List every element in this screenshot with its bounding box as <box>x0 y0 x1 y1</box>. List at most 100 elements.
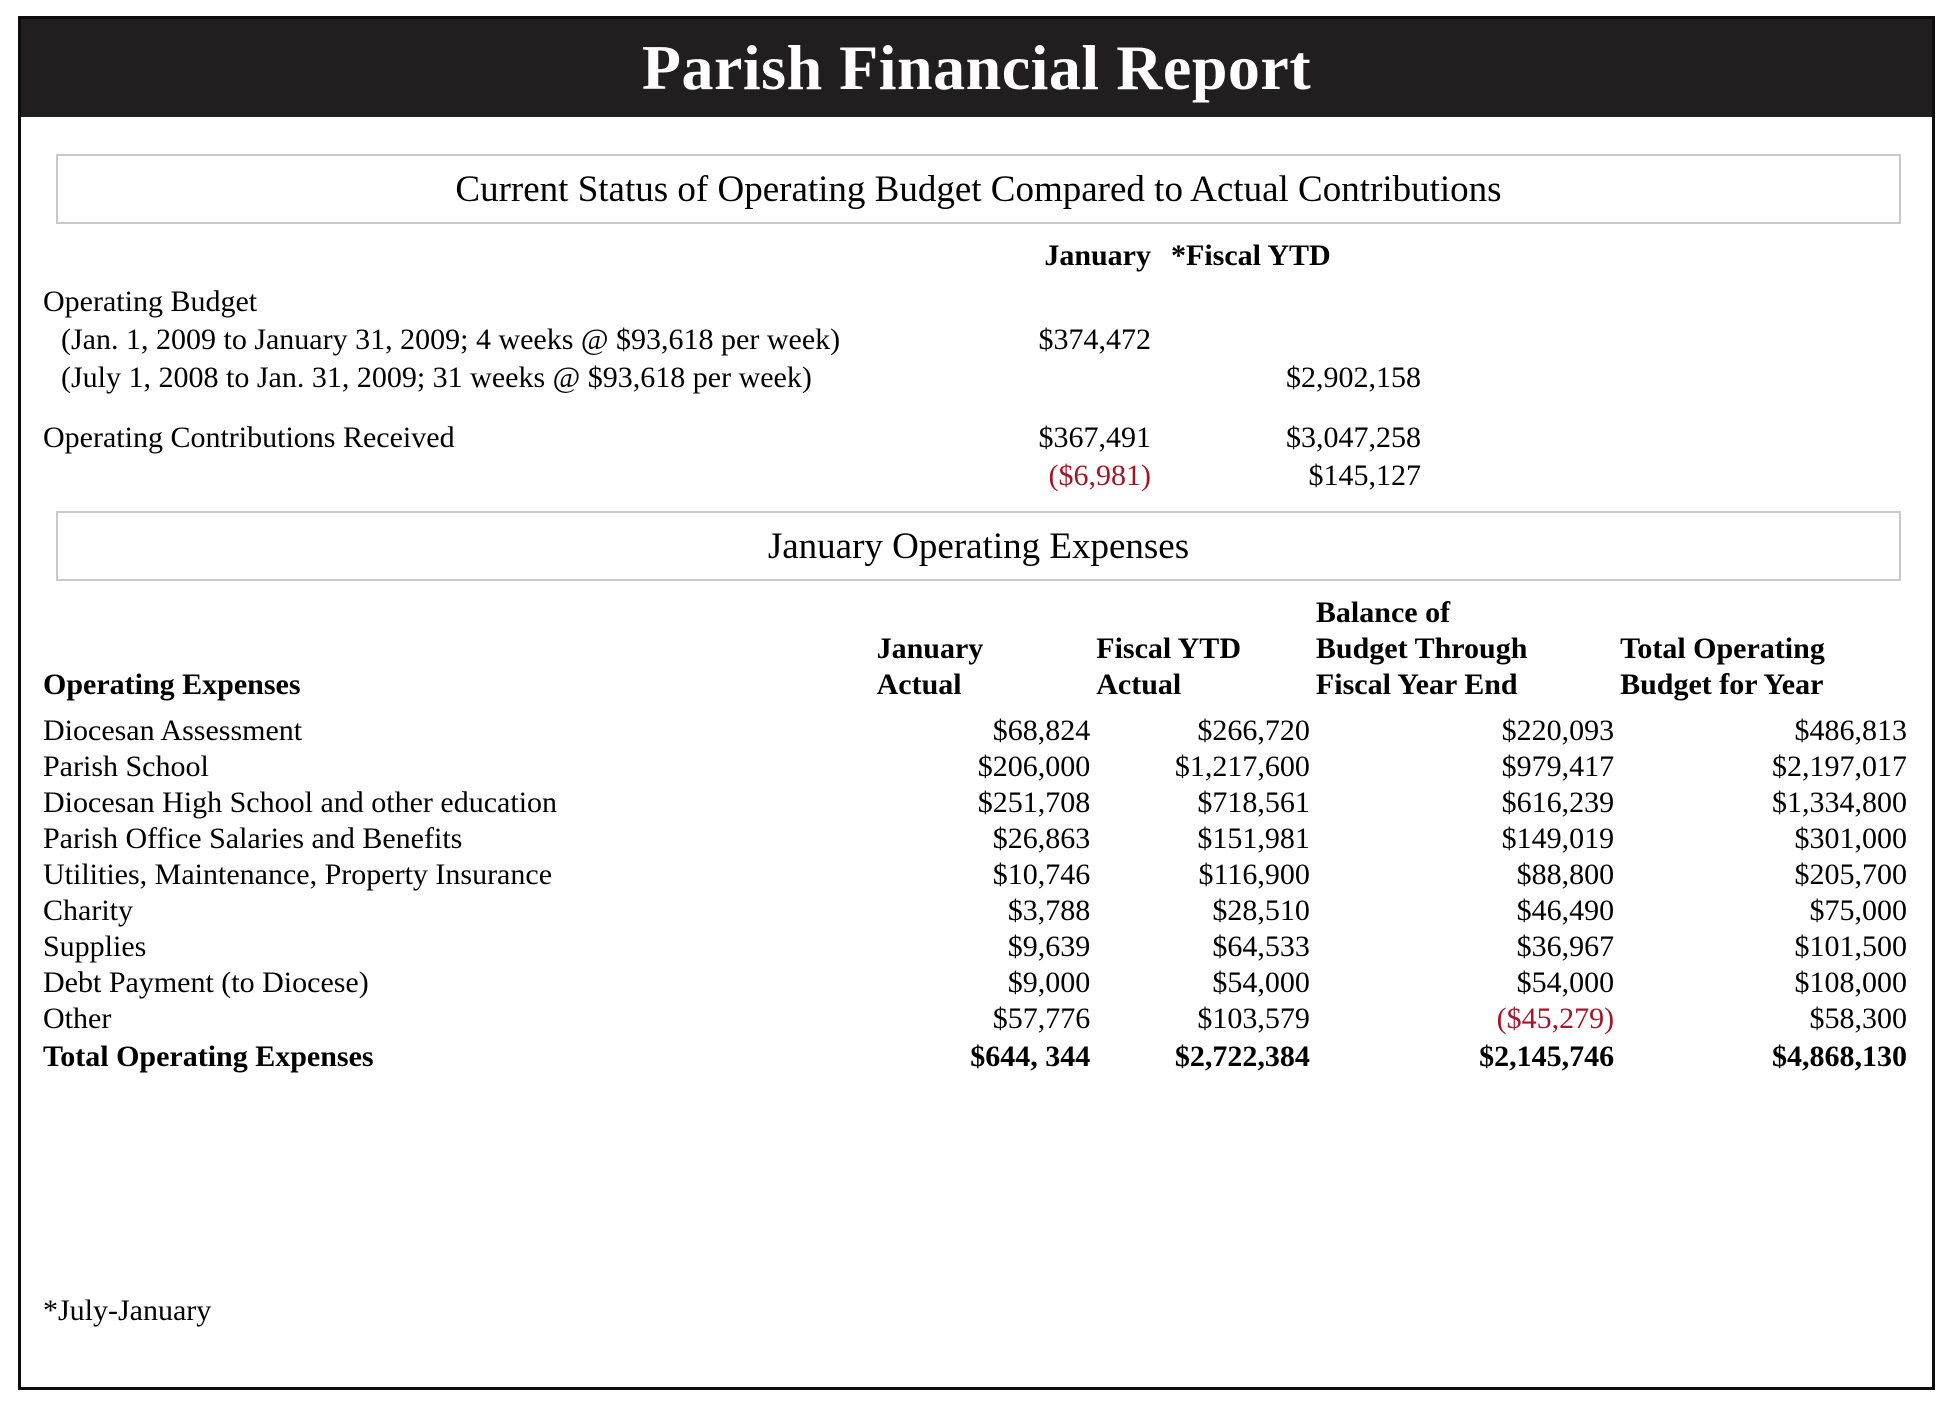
variance-fiscal-ytd: $145,127 <box>1308 459 1422 492</box>
expense-balance-through-year-end: $88,800 <box>1516 858 1615 891</box>
expense-january-actual: $10,746 <box>992 858 1091 891</box>
expense-balance-through-year-end: $616,239 <box>1501 786 1615 819</box>
total-row: Total Operating Expenses $644, 344 $2,72… <box>43 1037 1913 1075</box>
column-header-line1: Balance of <box>1315 596 1451 629</box>
expense-january-actual: $26,863 <box>992 822 1091 855</box>
expense-fiscal-ytd-actual: $116,900 <box>1198 858 1310 891</box>
expense-balance-through-year-end: $979,417 <box>1501 750 1615 783</box>
page-title: Parish Financial Report <box>641 32 1312 103</box>
total-fiscal-ytd-actual: $2,722,384 <box>1174 1040 1310 1073</box>
column-header-line2: Fiscal YTD <box>1096 632 1241 665</box>
table-row: Diocesan Assessment $68,824 $266,720 $22… <box>43 713 1913 749</box>
budget-section-title: Current Status of Operating Budget Compa… <box>455 168 1502 210</box>
column-header-january-actual: January Actual <box>877 595 1097 713</box>
budget-section-header: Current Status of Operating Budget Compa… <box>56 154 1901 224</box>
total-january-actual: $644, 344 <box>970 1040 1091 1073</box>
expense-january-actual: $9,639 <box>1007 930 1091 963</box>
column-header-fiscal-ytd-actual: Fiscal YTD Actual <box>1096 595 1316 713</box>
column-header-line3: Operating Expenses <box>43 668 301 701</box>
contributions-row: Operating Contributions Received $367,49… <box>21 419 1932 457</box>
table-header-row: Operating Expenses January Actual Fiscal… <box>43 595 1913 713</box>
expenses-section-title: January Operating Expenses <box>767 525 1190 567</box>
column-header-line2: Total Operating <box>1620 632 1825 665</box>
total-budget-year: $4,868,130 <box>1772 1040 1907 1073</box>
table-row: Utilities, Maintenance, Property Insuran… <box>43 857 1913 893</box>
budget-header-january: January <box>1044 239 1151 272</box>
budget-row-label: Operating Budget <box>43 285 258 318</box>
expenses-block: Operating Expenses January Actual Fiscal… <box>21 595 1932 1075</box>
total-balance-through-year-end: $2,145,746 <box>1479 1040 1615 1073</box>
budget-row-label: (Jan. 1, 2009 to January 31, 2009; 4 wee… <box>61 323 841 356</box>
contributions-label: Operating Contributions Received <box>43 421 455 454</box>
table-row: Parish School $206,000 $1,217,600 $979,4… <box>43 749 1913 785</box>
budget-column-headers: January *Fiscal YTD <box>21 237 1932 275</box>
expense-january-actual: $9,000 <box>1007 966 1091 999</box>
expense-fiscal-ytd-actual: $718,561 <box>1197 786 1310 819</box>
expense-total-budget-year: $205,700 <box>1794 858 1908 891</box>
report-content: Current Status of Operating Budget Compa… <box>21 117 1932 1387</box>
expense-fiscal-ytd-actual: $54,000 <box>1212 966 1310 999</box>
expense-total-budget-year: $108,000 <box>1794 966 1908 999</box>
expense-january-actual: $3,788 <box>1007 894 1091 927</box>
expense-label: Parish School <box>43 750 209 783</box>
expense-balance-through-year-end: $46,490 <box>1516 894 1615 927</box>
expense-total-budget-year: $75,000 <box>1809 894 1908 927</box>
expense-total-budget-year: $1,334,800 <box>1772 786 1907 819</box>
budget-header-fiscal-ytd: *Fiscal YTD <box>1171 239 1331 272</box>
budget-row: Operating Budget <box>21 283 1932 321</box>
expense-january-actual: $206,000 <box>977 750 1091 783</box>
expense-january-actual: $57,776 <box>992 1002 1091 1035</box>
expense-balance-through-year-end: $54,000 <box>1516 966 1615 999</box>
budget-row-fiscal-ytd: $2,902,158 <box>1286 361 1421 394</box>
expense-label: Diocesan Assessment <box>43 714 303 747</box>
column-header-operating-expenses: Operating Expenses <box>43 595 877 713</box>
operating-expenses-table: Operating Expenses January Actual Fiscal… <box>43 595 1913 1075</box>
total-label: Total Operating Expenses <box>43 1040 374 1073</box>
expense-label: Diocesan High School and other education <box>43 786 558 819</box>
expense-label: Debt Payment (to Diocese) <box>43 966 369 999</box>
title-banner: Parish Financial Report <box>21 19 1932 117</box>
expense-label: Utilities, Maintenance, Property Insuran… <box>43 858 553 891</box>
table-row: Charity $3,788 $28,510 $46,490 $75,000 <box>43 893 1913 929</box>
contributions-fiscal-ytd: $3,047,258 <box>1286 421 1421 454</box>
table-row: Other $57,776 $103,579 ($45,279) $58,300 <box>43 1001 1913 1037</box>
column-header-line3: Budget for Year <box>1620 668 1824 701</box>
expense-fiscal-ytd-actual: $1,217,600 <box>1174 750 1310 783</box>
expense-label: Supplies <box>43 930 147 963</box>
footnote: *July-January <box>43 1294 212 1327</box>
budget-row: (July 1, 2008 to Jan. 31, 2009; 31 weeks… <box>21 359 1932 397</box>
expense-balance-through-year-end: ($45,279) <box>1496 1002 1615 1035</box>
expense-fiscal-ytd-actual: $103,579 <box>1197 1002 1310 1035</box>
expenses-table-body: Diocesan Assessment $68,824 $266,720 $22… <box>43 713 1913 1075</box>
column-header-total-budget-year: Total Operating Budget for Year <box>1620 595 1913 713</box>
table-row: Supplies $9,639 $64,533 $36,967 $101,500 <box>43 929 1913 965</box>
column-header-line3: Fiscal Year End <box>1315 668 1518 701</box>
column-header-line2: January <box>876 632 984 665</box>
column-header-line3: Actual <box>876 668 962 701</box>
column-header-line2: Budget Through <box>1315 632 1528 665</box>
budget-row-january: $374,472 <box>1038 323 1152 356</box>
expense-balance-through-year-end: $149,019 <box>1501 822 1615 855</box>
column-header-balance-through-year-end: Balance of Budget Through Fiscal Year En… <box>1316 595 1620 713</box>
expense-label: Charity <box>43 894 133 927</box>
expense-total-budget-year: $101,500 <box>1794 930 1908 963</box>
contributions-january: $367,491 <box>1038 421 1152 454</box>
expense-balance-through-year-end: $220,093 <box>1501 714 1615 747</box>
expense-fiscal-ytd-actual: $266,720 <box>1197 714 1310 747</box>
budget-row-label: (July 1, 2008 to Jan. 31, 2009; 31 weeks… <box>61 361 812 394</box>
budget-block: January *Fiscal YTD Operating Budget (Ja… <box>21 237 1932 495</box>
variance-january: ($6,981) <box>1048 459 1151 492</box>
expense-january-actual: $251,708 <box>977 786 1091 819</box>
expense-january-actual: $68,824 <box>992 714 1091 747</box>
expense-fiscal-ytd-actual: $64,533 <box>1212 930 1310 963</box>
expense-fiscal-ytd-actual: $151,981 <box>1197 822 1310 855</box>
expense-total-budget-year: $58,300 <box>1809 1002 1908 1035</box>
column-header-line3: Actual <box>1096 668 1182 701</box>
expense-total-budget-year: $486,813 <box>1794 714 1908 747</box>
expense-label: Other <box>43 1002 112 1035</box>
expense-label: Parish Office Salaries and Benefits <box>43 822 463 855</box>
expense-fiscal-ytd-actual: $28,510 <box>1212 894 1310 927</box>
expense-total-budget-year: $301,000 <box>1794 822 1908 855</box>
table-row: Parish Office Salaries and Benefits $26,… <box>43 821 1913 857</box>
table-row: Diocesan High School and other education… <box>43 785 1913 821</box>
